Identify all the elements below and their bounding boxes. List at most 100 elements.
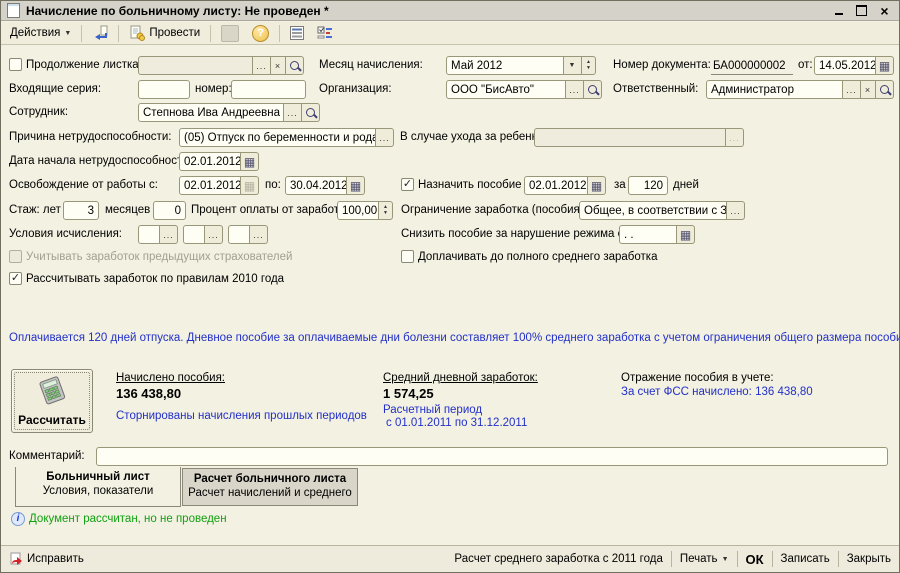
calendar-button[interactable]: ▦ bbox=[347, 176, 365, 195]
percent-field[interactable]: 100,00 bbox=[337, 201, 379, 220]
month-field[interactable]: Май 2012 bbox=[446, 56, 564, 75]
continuation-checkbox[interactable] bbox=[9, 58, 22, 71]
tab-subtitle: Условия, показатели bbox=[16, 485, 180, 497]
toolbar-separator bbox=[118, 25, 119, 42]
reread-button[interactable] bbox=[87, 23, 113, 43]
release-from-field[interactable]: 02.01.2012 bbox=[179, 176, 241, 195]
search-icon bbox=[880, 85, 889, 94]
ellipsis-button[interactable]: ... bbox=[205, 225, 223, 244]
calculator-icon bbox=[35, 376, 69, 406]
search-icon bbox=[290, 61, 299, 70]
maximize-button[interactable] bbox=[853, 3, 870, 18]
accrued-value: 136 438,80 bbox=[116, 386, 181, 401]
month-spinner[interactable]: ▲ ▼ bbox=[582, 56, 596, 75]
percent-field-group: 100,00 ▲ ▼ bbox=[337, 201, 393, 220]
toolbar: Действия ▼ Провести ? bbox=[1, 22, 899, 45]
calc-period-label: Расчетный период bbox=[383, 404, 482, 416]
experience-years-field[interactable]: 3 bbox=[63, 201, 99, 220]
checklist-icon bbox=[317, 26, 333, 40]
post-icon bbox=[129, 25, 145, 41]
earnings-limit-field[interactable]: Общее, в соответствии с Закон bbox=[579, 201, 727, 220]
title-bar: Начисление по больничному листу: Не пров… bbox=[1, 1, 899, 21]
reduce-date-field[interactable]: . . bbox=[619, 225, 677, 244]
clear-button[interactable]: × bbox=[861, 80, 876, 99]
ellipsis-button[interactable]: ... bbox=[843, 80, 861, 99]
organization-field[interactable]: ООО "БисАвто" bbox=[446, 80, 566, 99]
clear-button[interactable]: × bbox=[271, 56, 286, 75]
ellipsis-button[interactable]: ... bbox=[727, 201, 745, 220]
minimize-button[interactable] bbox=[830, 3, 847, 18]
actions-menu-button[interactable]: Действия ▼ bbox=[5, 23, 76, 43]
calendar-button[interactable]: ▦ bbox=[588, 176, 606, 195]
search-button[interactable] bbox=[286, 56, 304, 75]
calendar-button[interactable]: ▦ bbox=[241, 152, 259, 171]
ellipsis-button[interactable]: ... bbox=[284, 103, 302, 122]
calculate-button[interactable]: Рассчитать bbox=[11, 369, 93, 433]
close-form-button[interactable]: Закрыть bbox=[847, 553, 891, 565]
ellipsis-button[interactable]: ... bbox=[566, 80, 584, 99]
document-structure-button[interactable] bbox=[285, 23, 309, 43]
assign-days-field[interactable]: 120 bbox=[628, 176, 668, 195]
close-button[interactable]: × bbox=[876, 3, 893, 18]
assign-date-field[interactable]: 02.01.2012 bbox=[524, 176, 588, 195]
help-icon: ? bbox=[252, 25, 269, 42]
condition-2-field[interactable] bbox=[183, 225, 205, 244]
doc-number-field[interactable]: БА000000002 bbox=[711, 57, 793, 75]
tab-sick-list-calculation[interactable]: Расчет больничного листа Расчет начислен… bbox=[182, 468, 358, 506]
post-button[interactable]: Провести bbox=[124, 23, 205, 43]
ellipsis-button[interactable]: ... bbox=[253, 56, 271, 75]
employee-field[interactable]: Степнова Ива Андреевна bbox=[138, 103, 284, 122]
minimize-icon bbox=[835, 13, 843, 15]
ellipsis-button[interactable]: ... bbox=[250, 225, 268, 244]
fix-button[interactable]: Исправить bbox=[9, 552, 84, 566]
incapacity-reason-field[interactable]: (05) Отпуск по беременности и родам bbox=[179, 128, 376, 147]
ellipsis-button[interactable]: ... bbox=[160, 225, 178, 244]
reduce-date-group: . . ▦ bbox=[619, 225, 695, 244]
settings-list-button[interactable] bbox=[312, 23, 338, 43]
save-button[interactable]: Записать bbox=[781, 553, 830, 565]
print-button[interactable]: Печать ▼ bbox=[680, 553, 729, 565]
incapacity-start-field[interactable]: 02.01.2012 bbox=[179, 152, 241, 171]
incoming-number-field[interactable] bbox=[231, 80, 306, 99]
search-button[interactable] bbox=[876, 80, 894, 99]
doc-date-field[interactable]: 14.05.2012 bbox=[814, 56, 876, 75]
pay-full-checkbox[interactable] bbox=[401, 250, 414, 263]
tab-sick-list[interactable]: Больничный лист Условия, показатели bbox=[15, 467, 181, 507]
help-button[interactable]: ? bbox=[247, 23, 274, 43]
condition-1-field[interactable] bbox=[138, 225, 160, 244]
check-icon: ✓ bbox=[403, 178, 412, 190]
tab-title: Больничный лист bbox=[16, 471, 180, 483]
earnings-limit-group: Общее, в соответствии с Закон ... bbox=[579, 201, 745, 220]
assign-za-label: за bbox=[614, 179, 626, 191]
release-to-field[interactable]: 30.04.2012 bbox=[285, 176, 347, 195]
comment-field[interactable] bbox=[96, 447, 888, 466]
condition-1-group: ... bbox=[138, 225, 178, 244]
responsible-field[interactable]: Администратор bbox=[706, 80, 843, 99]
condition-3-group: ... bbox=[228, 225, 268, 244]
calendar-button: ▦ bbox=[241, 176, 259, 195]
calendar-button[interactable]: ▦ bbox=[677, 225, 695, 244]
reflection-label: Отражение пособия в учете: bbox=[621, 372, 774, 384]
experience-months-field[interactable]: 0 bbox=[153, 201, 186, 220]
search-button[interactable] bbox=[584, 80, 602, 99]
rules2010-checkbox[interactable]: ✓ bbox=[9, 272, 22, 285]
continuation-field[interactable] bbox=[138, 56, 253, 75]
release-from-group: 02.01.2012 ▦ bbox=[179, 176, 259, 195]
calendar-button[interactable]: ▦ bbox=[876, 56, 894, 75]
release-label: Освобождение от работы с: bbox=[9, 179, 158, 191]
condition-3-field[interactable] bbox=[228, 225, 250, 244]
accrued-label: Начислено пособия: bbox=[116, 372, 225, 384]
assign-benefit-checkbox[interactable]: ✓ bbox=[401, 178, 414, 191]
childcare-label: В случае ухода за ребенком: bbox=[400, 131, 554, 143]
ellipsis-button: ... bbox=[726, 128, 744, 147]
ellipsis-button[interactable]: ... bbox=[376, 128, 394, 147]
fix-label: Исправить bbox=[27, 553, 84, 565]
incoming-series-field[interactable] bbox=[138, 80, 190, 99]
ok-button[interactable]: ОК bbox=[746, 552, 764, 567]
month-dropdown-button[interactable]: ▼ bbox=[564, 56, 582, 75]
percent-label: Процент оплаты от заработка: bbox=[191, 204, 354, 216]
childcare-field[interactable] bbox=[534, 128, 726, 147]
avg-calc-button[interactable]: Расчет среднего заработка с 2011 года bbox=[454, 553, 662, 565]
search-button[interactable] bbox=[302, 103, 320, 122]
percent-spinner[interactable]: ▲ ▼ bbox=[379, 201, 393, 220]
